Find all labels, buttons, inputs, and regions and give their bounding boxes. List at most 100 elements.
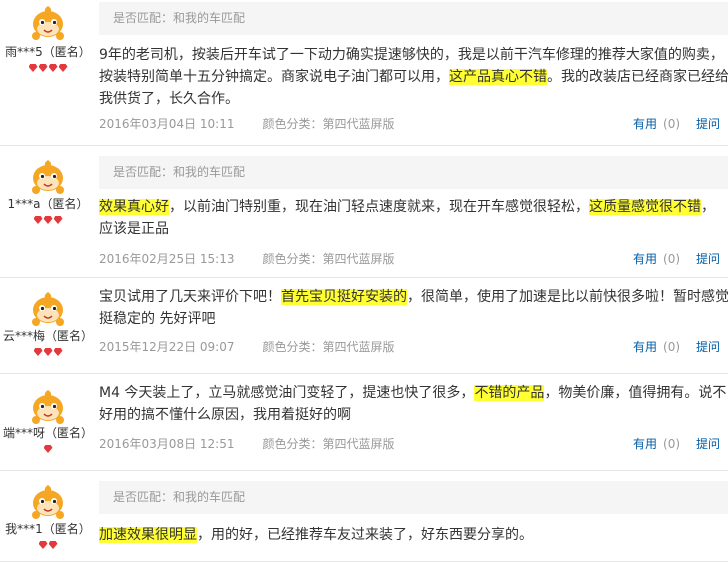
color-variant: 颜色分类：第四代蓝屏版 xyxy=(262,340,395,354)
review-text-line: 9年的老司机，按装后开车试了一下动力确实提速够快的，我是以前干汽车修理的推荐大家… xyxy=(99,44,728,66)
match-status-bar: 是否匹配：和我的车匹配 xyxy=(99,2,728,35)
review-meta: 2016年03月04日 10:11 颜色分类：第四代蓝屏版 xyxy=(99,115,395,132)
useful-count: (0) xyxy=(663,117,681,131)
useful-button[interactable]: 有用 xyxy=(633,340,657,354)
reviewer-level-gems xyxy=(0,538,96,550)
reviewer-info: 云***梅（匿名） xyxy=(0,288,96,357)
reviewer-info: 雨***5（匿名） xyxy=(0,2,96,73)
red-gem-icon xyxy=(58,64,68,72)
orange-cartoon-avatar-icon xyxy=(28,288,68,328)
review-text: 宝贝试用了几天来评价下吧！首先宝贝挺好安装的，很简单，使用了加速是比以前快很多啦… xyxy=(99,286,728,330)
useful-button[interactable]: 有用 xyxy=(633,252,657,266)
red-gem-icon xyxy=(43,348,53,356)
red-gem-icon xyxy=(33,348,43,356)
highlighted-keyword: 效果真心好 xyxy=(99,199,169,215)
ask-question-button[interactable]: 提问 xyxy=(696,340,720,354)
red-gem-icon xyxy=(38,541,48,549)
review-text-segment: M4 今天装上了，立马就感觉油门变轻了，提速也快了很多， xyxy=(99,385,475,401)
reviewer-name: 云***梅（匿名） xyxy=(2,329,93,343)
review-meta: 2015年12月22日 09:07 颜色分类：第四代蓝屏版 xyxy=(99,338,395,355)
review-text-segment: 。我的改装店已经商家已经给 xyxy=(547,69,728,85)
review-date: 2016年03月08日 12:51 xyxy=(99,437,235,451)
orange-cartoon-avatar-icon xyxy=(28,2,68,42)
reviewer-level-gems xyxy=(0,345,96,357)
review-meta: 2016年02月25日 15:13 颜色分类：第四代蓝屏版 xyxy=(99,250,395,267)
highlighted-keyword: 这产品真心不错 xyxy=(449,69,547,85)
review-text-segment: 挺稳定的 先好评吧 xyxy=(99,311,216,327)
reviewer-info: 我***1（匿名） xyxy=(0,481,96,550)
reviewer-name: 雨***5（匿名） xyxy=(5,45,91,59)
ask-question-button[interactable]: 提问 xyxy=(696,252,720,266)
review-text-line: 效果真心好，以前油门特别重，现在油门轻点速度就来，现在开车感觉很轻松，这质量感觉… xyxy=(99,196,728,218)
review-actions: 有用 (0) 提问 xyxy=(633,250,720,267)
highlighted-keyword: 不错的产品 xyxy=(474,385,545,401)
orange-cartoon-avatar-icon xyxy=(28,481,68,521)
reviewer-level-gems xyxy=(0,213,96,225)
review-text-segment: ，用的好，已经推荐车友过来装了，好东西要分享的。 xyxy=(197,527,533,543)
red-gem-icon xyxy=(48,541,58,549)
color-variant: 颜色分类：第四代蓝屏版 xyxy=(262,117,395,131)
highlighted-keyword: 首先宝贝挺好安装的 xyxy=(281,289,407,305)
red-gem-icon xyxy=(33,216,43,224)
review-text-segment: 宝贝试用了几天来评价下吧！ xyxy=(99,289,281,305)
match-status-bar: 是否匹配：和我的车匹配 xyxy=(99,481,728,514)
review-text-line: 挺稳定的 先好评吧 xyxy=(99,308,728,330)
highlighted-keyword: 加速效果很明显 xyxy=(99,527,197,543)
review-text-segment: 9年的老司机，按装后开车试了一下动力确实提速够快的，我是以前干汽车修理的推荐大家… xyxy=(99,47,724,63)
red-gem-icon xyxy=(48,64,58,72)
red-gem-icon xyxy=(43,216,53,224)
red-gem-icon xyxy=(43,445,53,453)
review-text-line: 好用的搞不懂什么原因，我用着挺好的啊 xyxy=(99,404,728,426)
red-gem-icon xyxy=(53,216,63,224)
review-item: 端***呀（匿名） M4 今天装上了，立马就感觉油门变轻了，提速也快了很多，不错的… xyxy=(0,374,728,471)
review-text: 9年的老司机，按装后开车试了一下动力确实提速够快的，我是以前干汽车修理的推荐大家… xyxy=(99,44,728,110)
review-text-segment: ， xyxy=(701,199,715,215)
reviewer-level-gems xyxy=(0,442,96,454)
match-status-bar: 是否匹配：和我的车匹配 xyxy=(99,156,728,189)
review-item: 1***a（匿名） 是否匹配：和我的车匹配 效果真心好，以前油门特别重，现在油门轻点… xyxy=(0,146,728,278)
review-item: 雨***5（匿名） 是否匹配：和我的车匹配 9年的老司机，按装后开车试了一下动力确实… xyxy=(0,0,728,146)
reviewer-level-gems xyxy=(0,61,96,73)
review-text-line: M4 今天装上了，立马就感觉油门变轻了，提速也快了很多，不错的产品，物美价廉，值… xyxy=(99,382,728,404)
useful-button[interactable]: 有用 xyxy=(633,117,657,131)
review-text: M4 今天装上了，立马就感觉油门变轻了，提速也快了很多，不错的产品，物美价廉，值… xyxy=(99,382,728,426)
red-gem-icon xyxy=(38,64,48,72)
review-actions: 有用 (0) 提问 xyxy=(633,435,720,452)
reviewer-info: 端***呀（匿名） xyxy=(0,386,96,454)
ask-question-button[interactable]: 提问 xyxy=(696,117,720,131)
review-text-segment: 应该是正品 xyxy=(99,221,169,237)
color-variant: 颜色分类：第四代蓝屏版 xyxy=(262,252,395,266)
review-date: 2015年12月22日 09:07 xyxy=(99,340,235,354)
review-item: 我***1（匿名） 是否匹配：和我的车匹配加速效果很明显，用的好，已经推荐车友过来… xyxy=(0,471,728,562)
review-actions: 有用 (0) 提问 xyxy=(633,338,720,355)
useful-count: (0) xyxy=(663,437,681,451)
ask-question-button[interactable]: 提问 xyxy=(696,437,720,451)
useful-count: (0) xyxy=(663,252,681,266)
highlighted-keyword: 这质量感觉很不错 xyxy=(589,199,701,215)
review-text-line: 宝贝试用了几天来评价下吧！首先宝贝挺好安装的，很简单，使用了加速是比以前快很多啦… xyxy=(99,286,728,308)
color-variant: 颜色分类：第四代蓝屏版 xyxy=(262,437,395,451)
review-date: 2016年03月04日 10:11 xyxy=(99,117,235,131)
review-date: 2016年02月25日 15:13 xyxy=(99,252,235,266)
review-text-line: 应该是正品 xyxy=(99,218,728,240)
review-text-line: 加速效果很明显，用的好，已经推荐车友过来装了，好东西要分享的。 xyxy=(99,524,728,546)
review-text-segment: ，物美价廉，值得拥有。说不 xyxy=(544,385,727,401)
red-gem-icon xyxy=(28,64,38,72)
red-gem-icon xyxy=(53,348,63,356)
review-text-line: 按装特别简单十五分钟搞定。商家说电子油门都可以用，这产品真心不错。我的改装店已经… xyxy=(99,66,728,88)
useful-count: (0) xyxy=(663,340,681,354)
reviewer-name: 我***1（匿名） xyxy=(5,522,91,536)
orange-cartoon-avatar-icon xyxy=(28,386,68,426)
reviewer-info: 1***a（匿名） xyxy=(0,156,96,225)
review-actions: 有用 (0) 提问 xyxy=(633,115,720,132)
reviewer-name: 端***呀（匿名） xyxy=(2,426,93,440)
useful-button[interactable]: 有用 xyxy=(633,437,657,451)
review-meta: 2016年03月08日 12:51 颜色分类：第四代蓝屏版 xyxy=(99,435,395,452)
review-text: 加速效果很明显，用的好，已经推荐车友过来装了，好东西要分享的。 xyxy=(99,524,728,546)
review-text: 效果真心好，以前油门特别重，现在油门轻点速度就来，现在开车感觉很轻松，这质量感觉… xyxy=(99,196,728,240)
reviewer-name: 1***a（匿名） xyxy=(7,197,89,211)
review-text-line: 我供货了，长久合作。 xyxy=(99,88,728,110)
review-text-segment: ，很简单，使用了加速是比以前快很多啦！暂时感觉 xyxy=(407,289,728,305)
review-text-segment: 按装特别简单十五分钟搞定。商家说电子油门都可以用， xyxy=(99,69,449,85)
orange-cartoon-avatar-icon xyxy=(28,156,68,196)
